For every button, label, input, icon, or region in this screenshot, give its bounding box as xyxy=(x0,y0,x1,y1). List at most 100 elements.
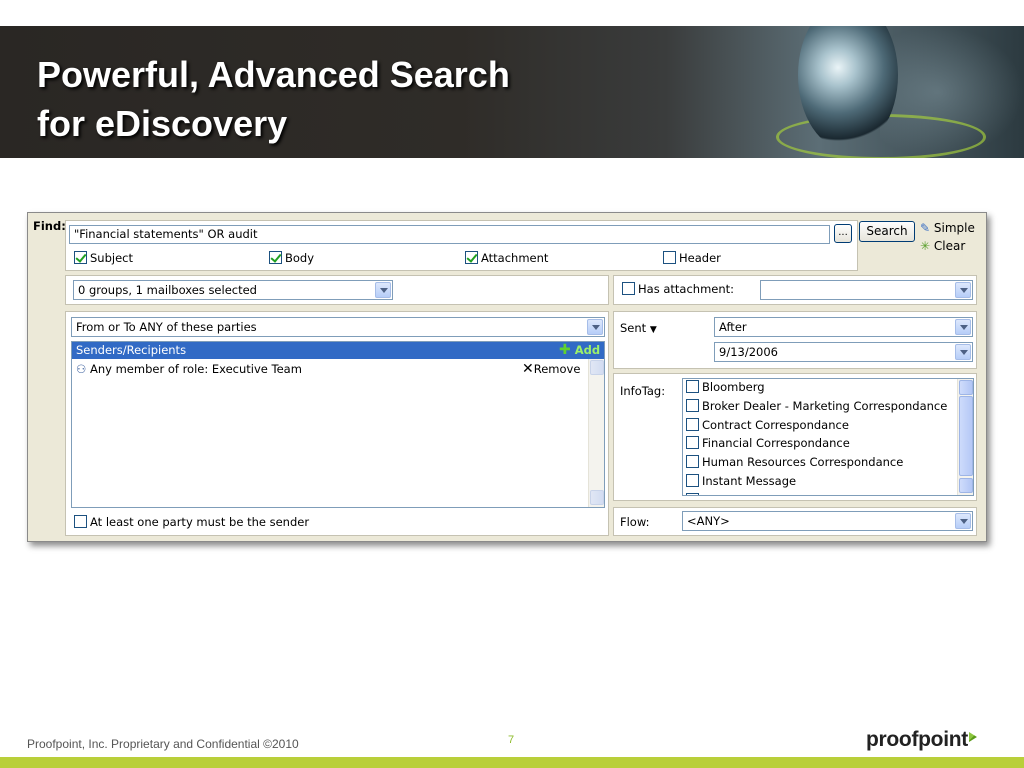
sent-label: Sent xyxy=(620,321,647,335)
scope-body-label: Body xyxy=(285,251,315,265)
sent-field-select[interactable]: Sent ▼ xyxy=(620,321,657,335)
advanced-search-panel: Find: "Financial statements" OR audit Su… xyxy=(27,212,987,542)
parties-list-header-label: Senders/Recipients xyxy=(76,343,187,357)
remove-party-button[interactable]: ✕Remove xyxy=(522,361,580,377)
attachment-section: Has attachment: xyxy=(613,275,977,305)
footer-confidential: Proofpoint, Inc. Proprietary and Confide… xyxy=(27,737,299,751)
flow-select[interactable]: <ANY> xyxy=(682,511,973,531)
sent-date-value: 9/13/2006 xyxy=(719,345,778,359)
sent-section: Sent ▼ After 9/13/2006 xyxy=(613,311,977,369)
infotag-item-label: Financial Correspondance xyxy=(702,436,850,450)
scroll-up-button[interactable] xyxy=(959,380,973,395)
party-item-label: Any member of role: Executive Team xyxy=(89,362,302,376)
search-query-input[interactable]: "Financial statements" OR audit xyxy=(69,225,830,244)
checkbox-icon xyxy=(465,251,478,264)
scope-body-checkbox[interactable]: Body xyxy=(269,251,314,265)
proofpoint-logo: proofpoint xyxy=(866,728,977,752)
infotag-item-bloomberg[interactable]: Bloomberg xyxy=(686,380,765,394)
logo-arrow-icon xyxy=(968,732,977,742)
scroll-down-button[interactable] xyxy=(959,478,973,493)
parties-list[interactable]: Senders/Recipients ✚ Add ⚇ Any member of… xyxy=(71,341,605,508)
mailbox-select-value: 0 groups, 1 mailboxes selected xyxy=(78,283,257,297)
parties-section: From or To ANY of these parties Senders/… xyxy=(65,311,609,536)
title-banner: Powerful, Advanced Search for eDiscovery xyxy=(0,26,1024,158)
chevron-down-icon xyxy=(955,513,971,529)
parties-mode-select[interactable]: From or To ANY of these parties xyxy=(71,317,605,337)
list-item[interactable]: ⚇ Any member of role: Executive Team xyxy=(76,362,302,376)
slide-title-line2: for eDiscovery xyxy=(37,103,288,144)
find-label: Find: xyxy=(33,219,66,233)
scroll-down-button[interactable] xyxy=(590,490,604,505)
infotag-item-partial xyxy=(686,493,702,495)
checkbox-icon xyxy=(686,418,699,431)
page-number: 7 xyxy=(508,734,515,746)
remove-party-label: Remove xyxy=(533,362,581,376)
search-button[interactable]: Search xyxy=(859,221,915,242)
scope-subject-checkbox[interactable]: Subject xyxy=(74,251,133,265)
scope-header-label: Header xyxy=(679,251,721,265)
checkbox-icon xyxy=(686,493,699,495)
mailbox-select[interactable]: 0 groups, 1 mailboxes selected xyxy=(73,280,393,300)
parties-list-header: Senders/Recipients xyxy=(72,342,604,359)
sender-required-checkbox[interactable]: At least one party must be the sender xyxy=(74,515,309,529)
clear-label: Clear xyxy=(933,239,966,253)
sent-operator-value: After xyxy=(719,320,747,334)
checkbox-icon xyxy=(686,455,699,468)
infotag-item-instant-message[interactable]: Instant Message xyxy=(686,474,796,488)
simple-search-icon: ✎ xyxy=(920,221,931,235)
browse-button[interactable]: ... xyxy=(834,224,852,243)
chevron-down-icon xyxy=(955,344,971,360)
has-attachment-label: Has attachment: xyxy=(638,282,735,296)
scope-attachment-label: Attachment xyxy=(481,251,549,265)
infotag-section: InfoTag: Bloomberg Broker Dealer - Marke… xyxy=(613,373,977,501)
checkbox-icon xyxy=(269,251,282,264)
plus-icon: ✚ xyxy=(559,342,571,358)
checkbox-icon xyxy=(686,380,699,393)
clear-link[interactable]: ✳ Clear xyxy=(920,239,965,253)
chevron-down-icon xyxy=(587,319,603,335)
close-icon: ✕ xyxy=(522,361,534,377)
mailbox-section: 0 groups, 1 mailboxes selected xyxy=(65,275,609,305)
infotag-label: InfoTag: xyxy=(620,384,666,398)
infotag-item-label: Broker Dealer - Marketing Correspondance xyxy=(702,399,948,413)
checkbox-icon xyxy=(74,515,87,528)
slide-title: Powerful, Advanced Search for eDiscovery xyxy=(37,50,510,148)
find-box: "Financial statements" OR audit Subject … xyxy=(65,220,858,271)
checkbox-icon xyxy=(686,436,699,449)
chevron-down-icon xyxy=(955,282,971,298)
checkbox-icon xyxy=(686,474,699,487)
flow-select-value: <ANY> xyxy=(687,514,730,528)
caret-down-icon: ▼ xyxy=(649,325,657,335)
checkbox-icon xyxy=(663,251,676,264)
checkbox-icon xyxy=(74,251,87,264)
sent-operator-select[interactable]: After xyxy=(714,317,973,337)
footer-accent-bar xyxy=(0,757,1024,768)
infotag-item-human-resources[interactable]: Human Resources Correspondance xyxy=(686,455,903,469)
slide: Powerful, Advanced Search for eDiscovery… xyxy=(0,0,1024,768)
add-party-label: Add xyxy=(574,343,601,357)
has-attachment-checkbox[interactable]: Has attachment: xyxy=(622,282,734,296)
infotag-item-label: Bloomberg xyxy=(702,380,765,394)
attachment-type-select[interactable] xyxy=(760,280,973,300)
logo-text: proofpoint xyxy=(866,728,968,751)
flow-label: Flow: xyxy=(620,515,650,529)
infotag-list[interactable]: Bloomberg Broker Dealer - Marketing Corr… xyxy=(682,378,974,496)
sent-date-picker[interactable]: 9/13/2006 xyxy=(714,342,973,362)
scroll-thumb[interactable] xyxy=(959,396,973,476)
chevron-down-icon xyxy=(375,282,391,298)
scroll-up-button[interactable] xyxy=(590,360,604,375)
add-party-button[interactable]: ✚ Add xyxy=(559,343,600,357)
simple-search-label: Simple xyxy=(933,221,975,235)
infotag-scrollbar[interactable] xyxy=(957,379,973,495)
infotag-item-financial[interactable]: Financial Correspondance xyxy=(686,436,850,450)
infotag-item-contract[interactable]: Contract Correspondance xyxy=(686,418,849,432)
infotag-item-broker-dealer[interactable]: Broker Dealer - Marketing Correspondance xyxy=(686,399,947,413)
flow-section: Flow: <ANY> xyxy=(613,507,977,536)
parties-scrollbar[interactable] xyxy=(588,359,604,507)
slide-title-line1: Powerful, Advanced Search xyxy=(37,54,510,95)
simple-search-link[interactable]: ✎ Simple xyxy=(920,221,975,235)
scope-attachment-checkbox[interactable]: Attachment xyxy=(465,251,548,265)
scope-header-checkbox[interactable]: Header xyxy=(663,251,721,265)
role-group-icon: ⚇ xyxy=(76,362,87,376)
checkbox-icon xyxy=(686,399,699,412)
